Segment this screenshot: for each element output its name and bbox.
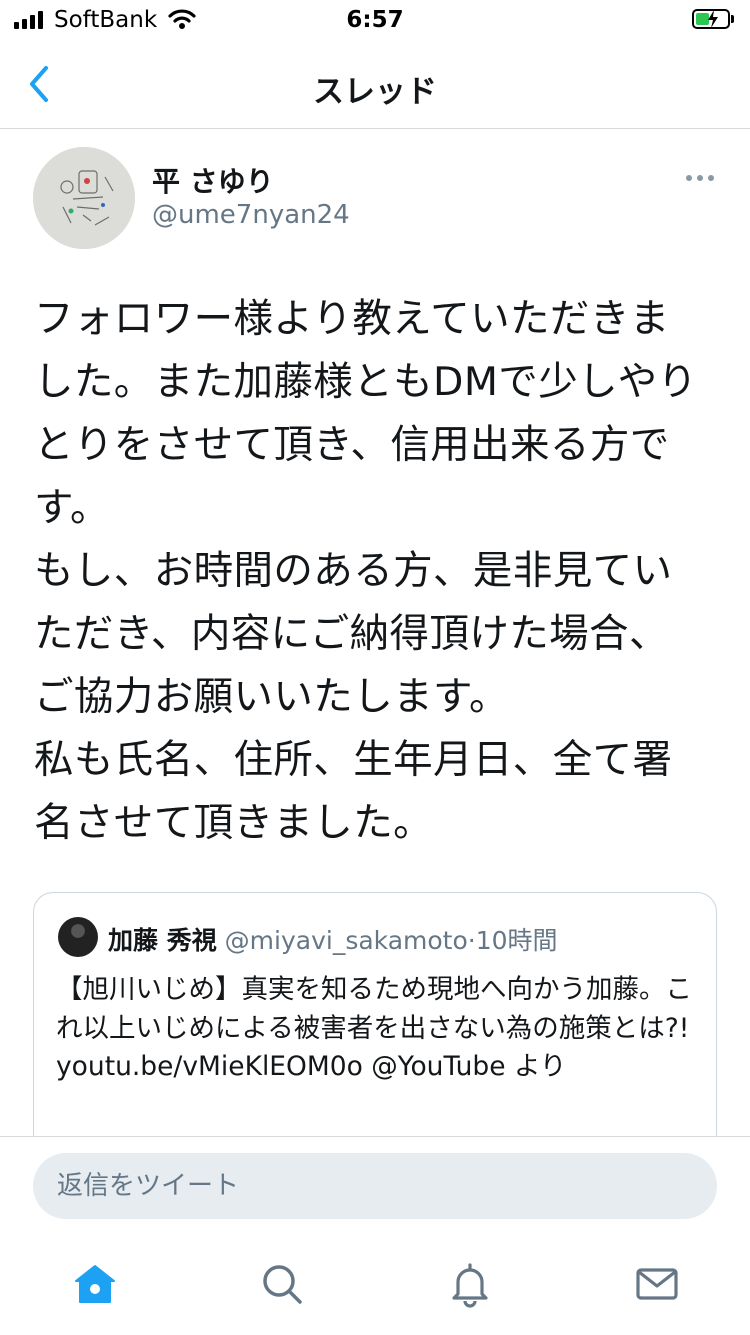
notifications-icon xyxy=(452,1263,488,1308)
quoted-author-name: 加藤 秀視 xyxy=(108,926,217,955)
search-icon xyxy=(263,1265,302,1304)
tab-home[interactable] xyxy=(71,1260,119,1308)
battery-cap xyxy=(731,15,734,23)
avatar-image xyxy=(33,147,135,249)
meta-separator: · xyxy=(467,926,476,955)
tab-messages[interactable] xyxy=(633,1260,681,1308)
tab-notifications[interactable] xyxy=(446,1260,494,1308)
author-name[interactable]: 平 さゆり xyxy=(152,160,274,200)
tweet-text: フォロワー様より教えていただきま した。また加藤様ともDMで少しやり とりをさせ… xyxy=(34,296,698,846)
tab-search[interactable] xyxy=(258,1260,306,1308)
reply-input[interactable]: 返信をツイート xyxy=(33,1153,717,1219)
more-horizontal-icon xyxy=(686,175,714,181)
home-icon xyxy=(75,1265,115,1303)
quoted-author-avatar xyxy=(58,917,98,957)
page-title: スレッド xyxy=(313,74,437,110)
quoted-tweet-time: 10時間 xyxy=(475,926,558,955)
author-handle[interactable]: @ume7nyan24 xyxy=(152,200,350,230)
more-options-button[interactable] xyxy=(680,170,720,186)
status-time: 6:57 xyxy=(346,7,404,33)
quoted-author-handle: @miyavi_sakamoto xyxy=(224,926,468,955)
quoted-tweet-text: 【旭川いじめ】真実を知るため現地へ向かう加藤。これ以上いじめによる被害者を出さな… xyxy=(56,974,692,1082)
battery-icon xyxy=(692,9,730,29)
author-avatar[interactable] xyxy=(33,147,135,249)
messages-icon xyxy=(636,1268,678,1300)
quoted-tweet-meta: 加藤 秀視 @miyavi_sakamoto·10時間 xyxy=(108,921,558,957)
status-bar: SoftBank 6:57 xyxy=(0,0,750,42)
nav-header: スレッド xyxy=(0,42,750,129)
